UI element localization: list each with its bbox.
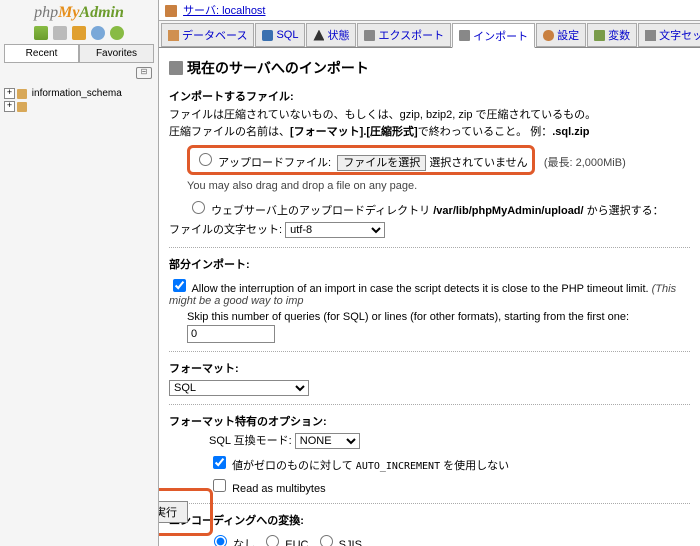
skip-input[interactable] bbox=[187, 325, 275, 343]
server-icon bbox=[165, 5, 177, 17]
expand-icon[interactable]: + bbox=[4, 101, 15, 112]
page-title: 現在のサーバへのインポート bbox=[169, 58, 690, 78]
multibyte-label: Read as multibytes bbox=[232, 483, 326, 495]
submit-button[interactable]: 実行 bbox=[159, 501, 188, 523]
serverdir-radio[interactable] bbox=[192, 201, 205, 214]
serverdir-label: ウェブサーバ上のアップロードディレクトリ /var/lib/phpMyAdmin… bbox=[211, 205, 664, 217]
reload-icon[interactable] bbox=[110, 26, 124, 40]
charset-row: ファイルの文字セット: utf-8 bbox=[169, 222, 690, 238]
tab-sql[interactable]: SQL bbox=[255, 23, 305, 47]
upload-label: アップロードファイル: bbox=[218, 157, 331, 169]
expand-icon[interactable]: + bbox=[4, 88, 15, 99]
database-icon bbox=[17, 89, 27, 99]
file-desc: ファイルは圧縮されていないもの、もしくは、gzip, bzip2, zip で圧… bbox=[169, 108, 690, 123]
server-link[interactable]: サーバ: localhost bbox=[183, 5, 265, 17]
vars-icon bbox=[594, 30, 605, 41]
tab-settings[interactable]: 設定 bbox=[536, 23, 586, 47]
format-opts-label: フォーマット特有のオプション: bbox=[169, 413, 690, 429]
tree-item[interactable]: + information_schema bbox=[4, 87, 156, 100]
collapse-icon[interactable]: ⊟ bbox=[136, 67, 152, 79]
nav-tab-favorites[interactable]: Favorites bbox=[79, 44, 154, 62]
partial-label: 部分インポート: bbox=[169, 256, 690, 272]
query-icon[interactable] bbox=[72, 26, 86, 40]
multibyte-checkbox[interactable] bbox=[213, 479, 226, 492]
max-size: (最長: 2,000MiB) bbox=[544, 157, 626, 169]
tab-databases[interactable]: データベース bbox=[161, 23, 254, 47]
tab-import[interactable]: インポート bbox=[452, 23, 535, 48]
encoding-label: エンコーディングへの変換: bbox=[169, 512, 690, 528]
autoinc-checkbox[interactable] bbox=[213, 456, 226, 469]
tab-vars[interactable]: 変数 bbox=[587, 23, 637, 47]
help-icon[interactable] bbox=[91, 26, 105, 40]
upload-radio[interactable] bbox=[199, 153, 212, 166]
breadcrumb: サーバ: localhost bbox=[159, 0, 700, 21]
import-icon bbox=[169, 61, 183, 75]
nav-tab-recent[interactable]: Recent bbox=[4, 44, 79, 62]
database-icon bbox=[168, 30, 179, 41]
drag-note: You may also drag and drop a file on any… bbox=[187, 179, 690, 194]
tab-status[interactable]: 状態 bbox=[306, 23, 356, 47]
skip-label: Skip this number of queries (for SQL) or… bbox=[187, 311, 629, 323]
tab-charset[interactable]: 文字セット bbox=[638, 23, 700, 47]
file-section-label: インポートするファイル: bbox=[169, 88, 690, 104]
highlight-submit: 実行 bbox=[159, 488, 213, 536]
logout-icon[interactable] bbox=[53, 26, 67, 40]
export-icon bbox=[364, 30, 375, 41]
charset-icon bbox=[645, 30, 656, 41]
no-file-text: 選択されていません bbox=[429, 157, 527, 169]
enc-euc-radio[interactable] bbox=[266, 535, 279, 546]
import-icon bbox=[459, 30, 470, 41]
status-icon bbox=[313, 30, 324, 41]
allow-text: Allow the interruption of an import in c… bbox=[191, 283, 648, 295]
allow-interrupt-checkbox[interactable] bbox=[173, 279, 186, 292]
home-icon[interactable] bbox=[34, 26, 48, 40]
highlight-upload: アップロードファイル: ファイルを選択 選択されていません bbox=[187, 145, 535, 175]
tab-export[interactable]: エクスポート bbox=[357, 23, 451, 47]
charset-select[interactable]: utf-8 bbox=[285, 222, 385, 238]
choose-file-button[interactable]: ファイルを選択 bbox=[337, 155, 426, 171]
format-label: フォーマット: bbox=[169, 360, 690, 376]
tab-bar: データベース SQL 状態 エクスポート インポート 設定 変数 文字セット エ… bbox=[159, 21, 700, 48]
tree-item[interactable]: + bbox=[4, 100, 156, 113]
enc-sjis-radio[interactable] bbox=[320, 535, 333, 546]
file-desc2: 圧縮ファイルの名前は、[フォーマット].[圧縮形式]で終わっていること。 例：.… bbox=[169, 125, 690, 140]
format-select[interactable]: SQL bbox=[169, 380, 309, 396]
enc-none-radio[interactable] bbox=[214, 535, 227, 546]
compat-label: SQL 互換モード: bbox=[209, 435, 292, 447]
database-icon bbox=[17, 102, 27, 112]
logo: phpMyAdmin bbox=[0, 0, 158, 24]
autoinc-label: 値がゼロのものに対して AUTO_INCREMENT を使用しない bbox=[232, 460, 509, 472]
db-name: information_schema bbox=[32, 88, 122, 99]
compat-select[interactable]: NONE bbox=[295, 433, 360, 449]
sql-icon bbox=[262, 30, 273, 41]
settings-icon bbox=[543, 30, 554, 41]
